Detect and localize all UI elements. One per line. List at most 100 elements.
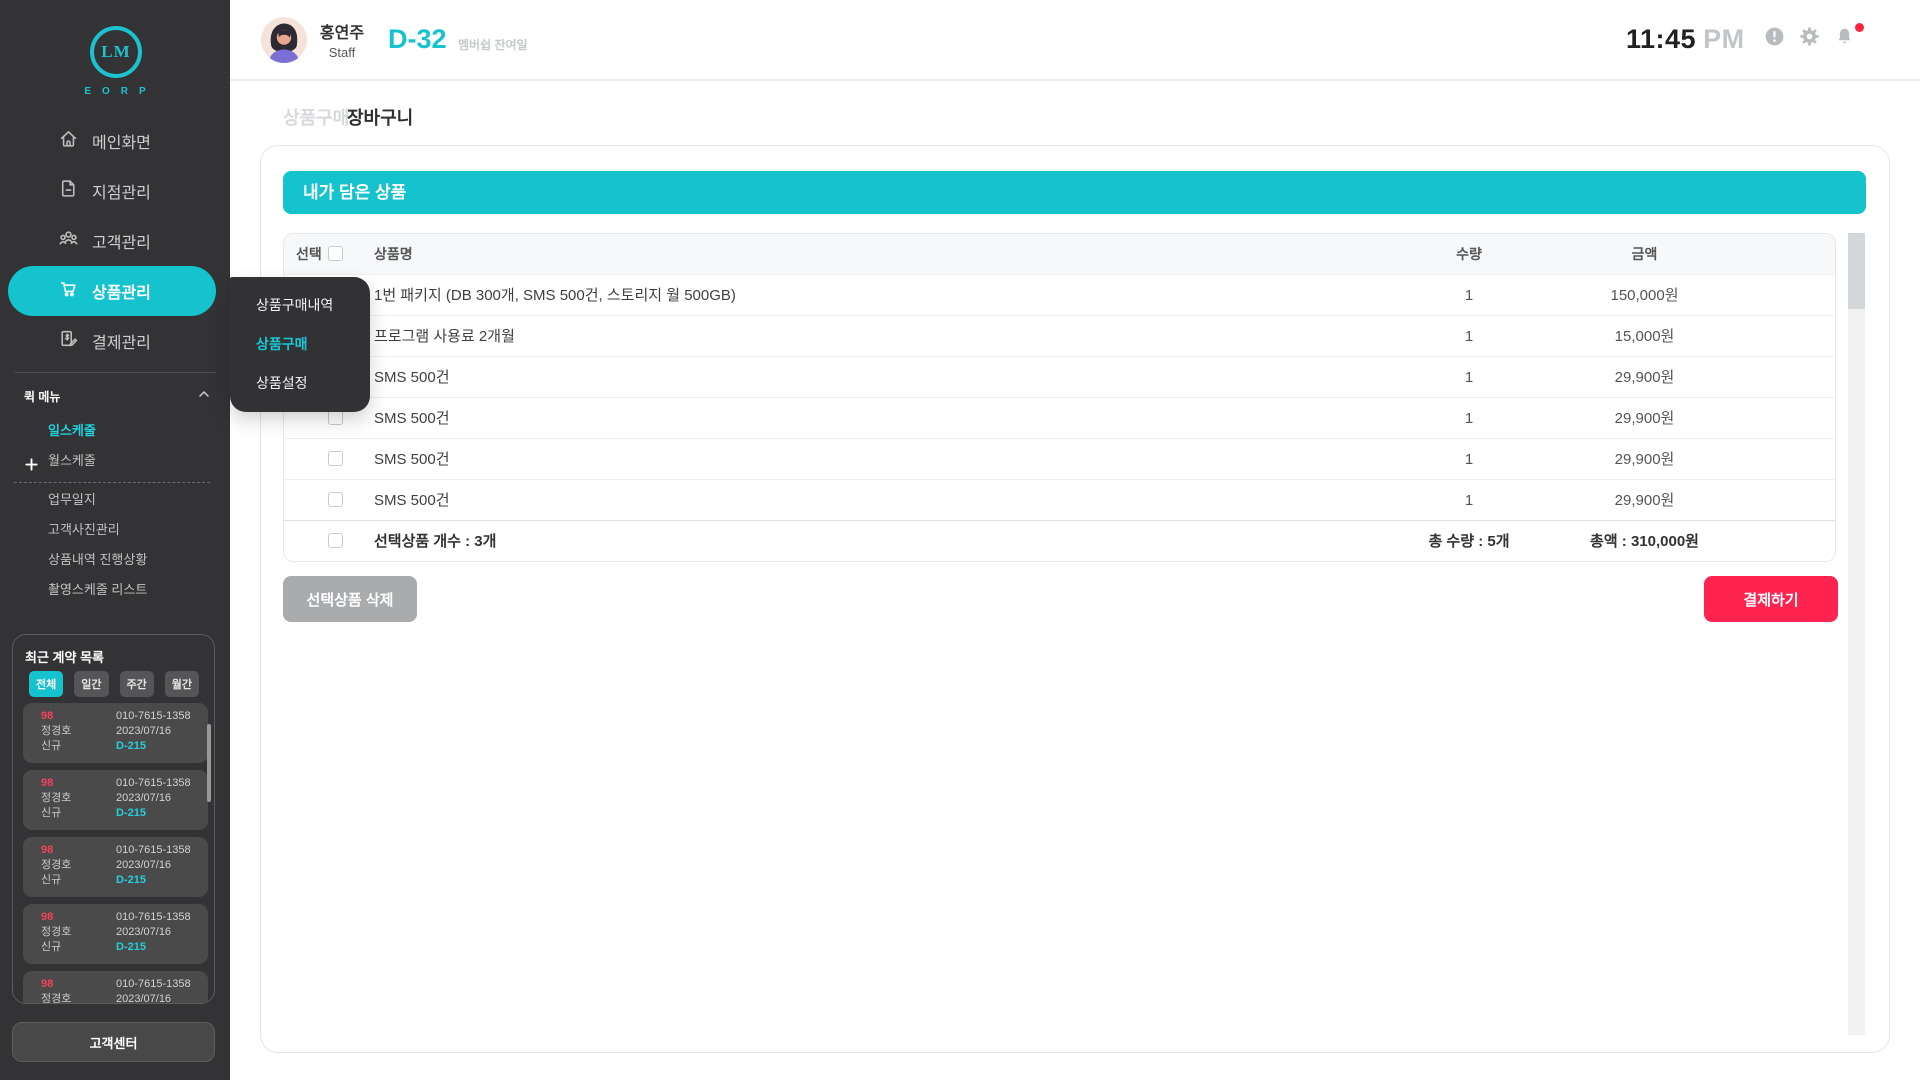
quick-menu-dashed-divider xyxy=(14,482,210,483)
pay-button[interactable]: 결제하기 xyxy=(1704,576,1838,622)
selected-count: 선택상품 개수 : 3개 xyxy=(374,521,496,562)
membership-dday: D-32 xyxy=(388,24,447,55)
recent-contracts-tabs: 전체 일간 주간 월간 xyxy=(29,671,199,697)
chevron-up-icon[interactable] xyxy=(196,386,212,405)
product-name: 1번 패키지 (DB 300개, SMS 500건, 스토리지 월 500GB) xyxy=(374,275,736,316)
quick-item-product-progress[interactable]: 상품내역 진행상황 xyxy=(0,545,230,575)
column-product-name: 상품명 xyxy=(374,234,413,274)
cart-banner: 내가 담은 상품 xyxy=(283,171,1866,214)
contract-name: 정경호 xyxy=(41,725,71,738)
settings-gear-icon[interactable] xyxy=(1799,26,1820,47)
contract-phone: 010-7615-1358 xyxy=(116,978,191,991)
product-qty: 1 xyxy=(1379,357,1559,398)
sidebar-item-products[interactable]: 상품관리 xyxy=(8,266,216,316)
delete-selected-button[interactable]: 선택상품 삭제 xyxy=(283,576,417,622)
summary-checkbox[interactable] xyxy=(328,533,343,548)
contract-type: 신규 xyxy=(41,740,61,753)
contract-name: 정경호 xyxy=(41,926,71,939)
sidebar-item-payments[interactable]: 결제관리 xyxy=(8,316,216,366)
clock: 11:45PM xyxy=(1626,24,1745,55)
contract-dday: D-215 xyxy=(116,941,146,954)
contract-phone: 010-7615-1358 xyxy=(116,777,191,790)
logo-subtext: EORP xyxy=(0,86,230,97)
membership-dday-label: 멤버쉽 잔여일 xyxy=(458,36,528,53)
quick-menu-list-2: 업무일지 고객사진관리 상품내역 진행상황 촬영스케줄 리스트 xyxy=(0,485,230,605)
cart-row: 프로그램 사용료 2개월 1 15,000원 xyxy=(284,315,1835,356)
contract-badge: 98 xyxy=(41,978,53,991)
contract-card[interactable]: 98 정경호 신규 010-7615-1358 2023/07/16 D-215 xyxy=(23,770,208,830)
sidebar-item-label: 상품관리 xyxy=(92,279,151,303)
people-icon xyxy=(58,228,79,254)
column-price: 금액 xyxy=(1552,234,1737,274)
payment-icon xyxy=(58,328,79,354)
product-price: 15,000원 xyxy=(1552,316,1737,357)
quick-item-label: 촬영스케줄 리스트 xyxy=(48,582,147,597)
cart-row: SMS 500건 1 29,900원 xyxy=(284,397,1835,438)
row-checkbox[interactable] xyxy=(328,492,343,507)
quick-item-monthly-schedule[interactable]: 월스케줄 xyxy=(0,446,230,476)
quick-menu-header[interactable]: 퀵 메뉴 xyxy=(24,388,214,405)
sidebar-item-label: 지점관리 xyxy=(92,179,151,203)
submenu-item-purchase[interactable]: 상품구매 xyxy=(230,325,370,364)
cart-summary-row: 선택상품 개수 : 3개 총 수량 : 5개 총액 : 310,000원 xyxy=(284,520,1835,561)
contract-date: 2023/07/16 xyxy=(116,859,171,872)
quick-menu-title: 퀵 메뉴 xyxy=(24,390,60,404)
tab-daily[interactable]: 일간 xyxy=(74,671,108,697)
contract-card[interactable]: 98 정경호 신규 010-7615-1358 2023/07/16 D-215 xyxy=(23,703,208,763)
total-price-label: 총액 : xyxy=(1590,533,1627,550)
user-info: 홍연주 Staff xyxy=(312,19,372,60)
product-name: SMS 500건 xyxy=(374,480,450,521)
contract-card[interactable]: 98 정경호 신규 010-7615-1358 2023/07/16 D-215 xyxy=(23,971,208,1004)
bell-icon[interactable] xyxy=(1834,26,1855,47)
select-all-checkbox[interactable] xyxy=(328,246,343,261)
contract-badge: 98 xyxy=(41,844,53,857)
product-qty: 1 xyxy=(1379,439,1559,480)
tab-monthly[interactable]: 월간 xyxy=(165,671,199,697)
quick-item-label: 월스케줄 xyxy=(48,453,96,468)
contract-phone: 010-7615-1358 xyxy=(116,844,191,857)
total-price: 총액 : 310,000원 xyxy=(1552,521,1737,562)
contract-card[interactable]: 98 정경호 신규 010-7615-1358 2023/07/16 D-215 xyxy=(23,837,208,897)
submenu-item-purchase-history[interactable]: 상품구매내역 xyxy=(230,286,370,325)
info-icon[interactable] xyxy=(1764,26,1785,47)
product-price: 150,000원 xyxy=(1552,275,1737,316)
breadcrumb-current: 장바구니 xyxy=(347,104,413,130)
sidebar: LM EORP 메인화면 지점관리 고객관리 상품관리 결제관리 퀵 메뉴 xyxy=(0,0,230,1080)
product-name: SMS 500건 xyxy=(374,398,450,439)
quick-item-label: 상품내역 진행상황 xyxy=(48,552,147,567)
plus-icon[interactable] xyxy=(24,453,39,483)
contract-date: 2023/07/16 xyxy=(116,725,171,738)
recent-list-scrollbar[interactable] xyxy=(207,724,211,802)
user-role: Staff xyxy=(312,45,372,60)
row-checkbox[interactable] xyxy=(328,410,343,425)
tab-all[interactable]: 전체 xyxy=(29,671,63,697)
products-submenu-popup: 상품구매내역 상품구매 상품설정 xyxy=(230,277,370,412)
cart-row: SMS 500건 1 29,900원 xyxy=(284,438,1835,479)
product-price: 29,900원 xyxy=(1552,439,1737,480)
sidebar-item-main[interactable]: 메인화면 xyxy=(8,116,216,166)
tab-weekly[interactable]: 주간 xyxy=(120,671,154,697)
quick-item-customer-photos[interactable]: 고객사진관리 xyxy=(0,515,230,545)
sidebar-item-customers[interactable]: 고객관리 xyxy=(8,216,216,266)
content-scrollbar-track xyxy=(1848,233,1865,1035)
avatar[interactable] xyxy=(261,17,307,63)
product-name: SMS 500건 xyxy=(374,439,450,480)
sidebar-item-branch[interactable]: 지점관리 xyxy=(8,166,216,216)
content-scrollbar-thumb[interactable] xyxy=(1848,233,1865,309)
cart-row: SMS 500건 1 29,900원 xyxy=(284,356,1835,397)
contract-badge: 98 xyxy=(41,777,53,790)
product-price: 29,900원 xyxy=(1552,357,1737,398)
quick-item-daily-schedule[interactable]: 일스케줄 xyxy=(0,416,230,446)
logo-text: LM xyxy=(101,42,130,62)
product-qty: 1 xyxy=(1379,398,1559,439)
breadcrumb-parent[interactable]: 상품구매 xyxy=(283,104,349,130)
quick-item-shooting-schedule[interactable]: 촬영스케줄 리스트 xyxy=(0,575,230,605)
customer-center-button[interactable]: 고객센터 xyxy=(12,1022,215,1062)
contract-name: 정경호 xyxy=(41,792,71,805)
product-name: 프로그램 사용료 2개월 xyxy=(374,316,515,357)
contract-card[interactable]: 98 정경호 신규 010-7615-1358 2023/07/16 D-215 xyxy=(23,904,208,964)
row-checkbox[interactable] xyxy=(328,451,343,466)
contract-name: 정경호 xyxy=(41,859,71,872)
submenu-item-product-settings[interactable]: 상품설정 xyxy=(230,364,370,403)
quick-item-work-log[interactable]: 업무일지 xyxy=(0,485,230,515)
